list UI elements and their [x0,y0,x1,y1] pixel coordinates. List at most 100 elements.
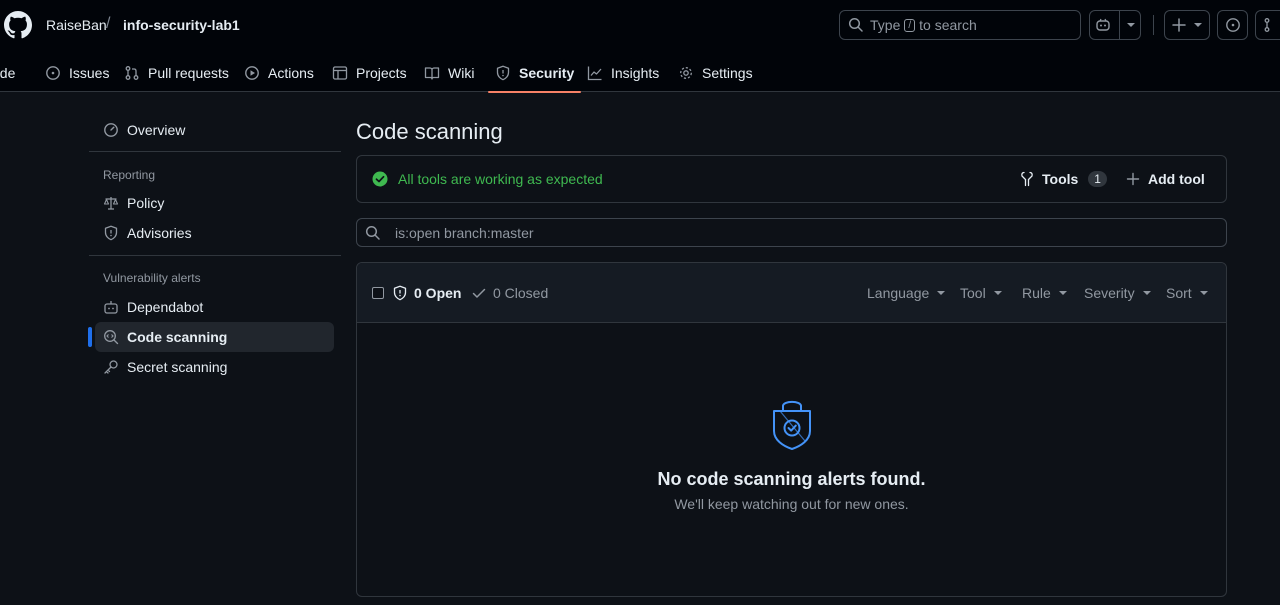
law-icon [103,197,119,210]
header-divider [1153,15,1154,35]
tab-issues[interactable]: Issues [45,54,109,92]
add-tool-button[interactable]: Add tool [1126,156,1205,202]
filter-value: is:open branch:master [395,224,534,241]
tab-pull-requests[interactable]: Pull requests [124,54,229,92]
chevron-down-icon [1199,291,1208,295]
pull-request-icon [1264,18,1270,32]
shield-icon [393,285,407,301]
sidebar-item-dependabot[interactable]: Dependabot [95,292,334,322]
add-tool-label: Add tool [1148,171,1205,187]
tools-button[interactable]: Tools 1 [1019,156,1107,202]
sidebar-item-label: Dependabot [127,299,204,315]
chevron-down-icon [937,291,946,295]
shield-icon [104,225,118,241]
pull-requests-button[interactable] [1255,10,1280,40]
shield-lock-icon [771,397,813,451]
sidebar-item-advisories[interactable]: Advisories [95,218,334,248]
github-logo-icon[interactable] [4,11,32,39]
search-icon [365,225,380,240]
tools-count-badge: 1 [1088,171,1107,187]
sidebar-item-secret-scanning[interactable]: Secret scanning [95,352,334,382]
global-header: RaiseBan / info-security-lab1 Type / to … [0,0,1280,93]
copilot-button[interactable] [1089,10,1141,40]
sidebar-item-code-scanning[interactable]: Code scanning [88,322,334,352]
sidebar-item-overview[interactable]: Overview [95,115,334,145]
tab-actions[interactable]: Actions [244,54,314,92]
global-search-input[interactable]: Type / to search [839,10,1081,40]
language-dropdown[interactable]: Language [867,263,946,323]
sidebar-item-label: Policy [127,195,165,211]
empty-state-title: No code scanning alerts found. [657,469,926,489]
plus-icon [1172,18,1186,32]
tools-status: All tools are working as expected [372,156,603,202]
tab-insights[interactable]: Insights [587,54,659,92]
tab-pull-requests-label: Pull requests [148,65,229,81]
alerts-list: 0 Open 0 Closed Language Tool Rule Sever… [356,262,1227,597]
tab-projects-label: Projects [356,65,407,81]
open-alerts-filter[interactable]: 0 Open [392,263,461,323]
page-title: Code scanning [356,119,503,144]
severity-dropdown[interactable]: Severity [1084,263,1151,323]
copilot-icon [1096,18,1110,31]
plus-icon [1126,172,1140,186]
active-item-indicator [88,327,92,347]
tools-icon [1021,171,1033,187]
key-icon [104,360,118,374]
chevron-down-icon [1194,23,1202,27]
rule-dropdown[interactable]: Rule [1022,263,1067,323]
tab-security[interactable]: Security [488,54,582,93]
tab-code[interactable]: ode [0,54,15,92]
search-icon [848,17,863,32]
shield-icon [496,65,510,81]
breadcrumb-separator: / [106,15,111,32]
sidebar-divider [89,255,341,256]
alerts-list-header: 0 Open 0 Closed Language Tool Rule Sever… [357,263,1226,323]
issue-icon [1225,18,1240,32]
tools-label: Tools [1042,171,1079,187]
tools-status-box: All tools are working as expected Tools … [356,155,1227,203]
closed-alerts-filter[interactable]: 0 Closed [471,263,548,323]
tools-status-text: All tools are working as expected [398,171,603,187]
sidebar-heading-reporting: Reporting [103,168,156,182]
tab-settings-label: Settings [702,65,753,81]
sidebar-item-label: Secret scanning [127,359,228,375]
issue-icon [46,66,60,80]
repo-name-link[interactable]: info-security-lab1 [123,17,240,33]
tab-wiki[interactable]: Wiki [424,54,474,92]
alerts-filter-input[interactable]: is:open branch:master [356,218,1227,247]
play-icon [245,66,259,80]
tab-issues-label: Issues [69,65,110,81]
tab-code-label: ode [0,65,16,81]
sidebar-divider [89,151,341,152]
tool-dropdown[interactable]: Tool [960,263,1002,323]
closed-count-label: 0 Closed [493,285,549,301]
table-icon [332,66,348,80]
issues-button[interactable] [1217,10,1248,40]
sidebar-heading-vulnerability-alerts: Vulnerability alerts [103,271,201,285]
pull-request-icon [125,66,139,80]
select-all-checkbox[interactable] [372,287,384,299]
dependabot-icon [104,301,118,314]
search-shortcut-key: / [904,18,916,32]
sidebar-item-policy[interactable]: Policy [95,188,334,218]
dropdown-label: Sort [1166,285,1192,301]
sidebar-item-label: Code scanning [127,329,228,345]
gear-icon [680,67,692,79]
chevron-down-icon [993,291,1002,295]
sort-dropdown[interactable]: Sort [1166,263,1208,323]
search-placeholder-suffix: to search [919,17,977,33]
check-circle-icon [372,171,388,187]
dropdown-label: Severity [1084,285,1135,301]
sidebar-item-label: Advisories [127,225,192,241]
check-icon [472,288,486,298]
tab-projects[interactable]: Projects [332,54,407,92]
active-tab-indicator [488,91,582,93]
chevron-down-icon [1058,291,1067,295]
create-new-button[interactable] [1164,10,1210,40]
graph-icon [587,66,602,81]
tab-settings[interactable]: Settings [678,54,753,92]
repo-nav: ode Issues Pull requests Actions Project… [0,54,1280,93]
empty-state-subtitle: We'll keep watching out for new ones. [674,496,909,512]
tab-wiki-label: Wiki [448,65,475,81]
repo-owner-link[interactable]: RaiseBan [46,17,107,33]
